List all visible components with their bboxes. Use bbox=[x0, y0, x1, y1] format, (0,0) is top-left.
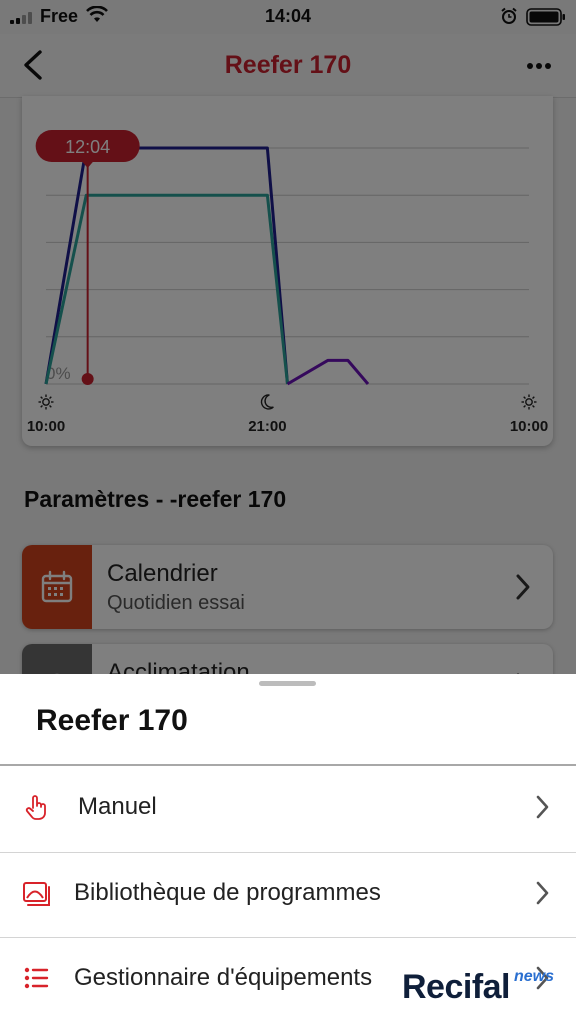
library-icon bbox=[23, 882, 50, 906]
menu-label-manuel: Manuel bbox=[78, 793, 157, 820]
menu-item-manuel[interactable]: Manuel bbox=[0, 767, 576, 851]
sheet-title: Reefer 170 bbox=[36, 704, 188, 737]
list-icon bbox=[24, 967, 49, 989]
divider bbox=[0, 764, 576, 766]
menu-label-bibliotheque: Bibliothèque de programmes bbox=[74, 879, 381, 906]
recifal-news-watermark: Recifal news bbox=[396, 968, 562, 1008]
watermark-brand: Recifal bbox=[402, 968, 511, 1006]
menu-label-gestionnaire: Gestionnaire d'équipements bbox=[74, 964, 373, 991]
sheet-drag-handle[interactable] bbox=[259, 681, 316, 686]
chevron-right-icon bbox=[536, 795, 549, 819]
menu-item-bibliotheque[interactable]: Bibliothèque de programmes bbox=[0, 853, 576, 937]
app-screen: Free 14:04 Reefer 170 100%0 bbox=[0, 0, 576, 1024]
hand-pointer-icon bbox=[25, 795, 46, 820]
chevron-right-icon bbox=[536, 881, 549, 905]
watermark-news: news bbox=[514, 968, 555, 985]
